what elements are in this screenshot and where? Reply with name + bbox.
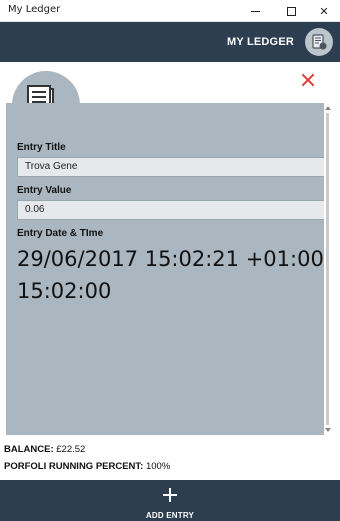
entry-panel-container: $ Entry Title Trova Gene Entry Value 0.0… <box>0 62 340 438</box>
add-entry-button[interactable]: ADD ENTRY <box>135 486 205 520</box>
bottom-app-bar: ADD ENTRY <box>0 480 340 521</box>
close-entry-button[interactable] <box>301 73 315 87</box>
entry-title-label: Entry Title <box>17 142 66 153</box>
entry-panel: $ Entry Title Trova Gene Entry Value 0.0… <box>3 65 337 435</box>
entry-form: Entry Title Trova Gene Entry Value 0.06 … <box>6 103 333 435</box>
app-header: MY LEDGER <box>0 22 340 62</box>
scroll-down-arrow-icon[interactable] <box>325 428 331 432</box>
add-entry-label: ADD ENTRY <box>145 511 195 520</box>
title-bar: My Ledger ✕ <box>0 0 340 22</box>
maximize-button[interactable] <box>274 0 308 22</box>
balance-value: £22.52 <box>56 444 86 455</box>
panel-scrollbar[interactable] <box>324 103 333 435</box>
maximize-icon <box>286 6 296 16</box>
app-window: My Ledger ✕ MY LEDGER Entry Title Trova … <box>0 0 340 521</box>
entry-time-text[interactable]: 15:02:00 <box>17 277 111 305</box>
entry-value-label: Entry Value <box>17 185 72 196</box>
percent-label: PORFOLI RUNNING PERCENT: <box>4 461 144 472</box>
minimize-icon <box>250 10 260 12</box>
entry-title-input[interactable]: Trova Gene <box>17 157 333 177</box>
window-title: My Ledger <box>8 4 61 15</box>
close-icon: ✕ <box>319 4 329 18</box>
window-close-button[interactable]: ✕ <box>307 0 340 22</box>
balance-line: BALANCE: £22.52 <box>4 444 85 455</box>
balance-label: BALANCE: <box>4 444 54 455</box>
scroll-thumb[interactable] <box>326 113 329 425</box>
ledger-avatar-icon[interactable] <box>305 28 333 56</box>
plus-icon <box>163 488 177 502</box>
entry-datetime-label: Entry Date & TIme <box>17 228 104 239</box>
percent-value: 100% <box>145 461 171 472</box>
entry-date-text[interactable]: 29/06/2017 15:02:21 +01:00 <box>17 245 324 273</box>
app-name: MY LEDGER <box>227 36 294 48</box>
scroll-up-arrow-icon[interactable] <box>325 106 331 110</box>
minimize-button[interactable] <box>238 0 272 22</box>
percent-line: PORFOLI RUNNING PERCENT: 100% <box>4 461 170 472</box>
entry-value-input[interactable]: 0.06 <box>17 200 333 220</box>
status-area: BALANCE: £22.52 PORFOLI RUNNING PERCENT:… <box>0 438 340 480</box>
